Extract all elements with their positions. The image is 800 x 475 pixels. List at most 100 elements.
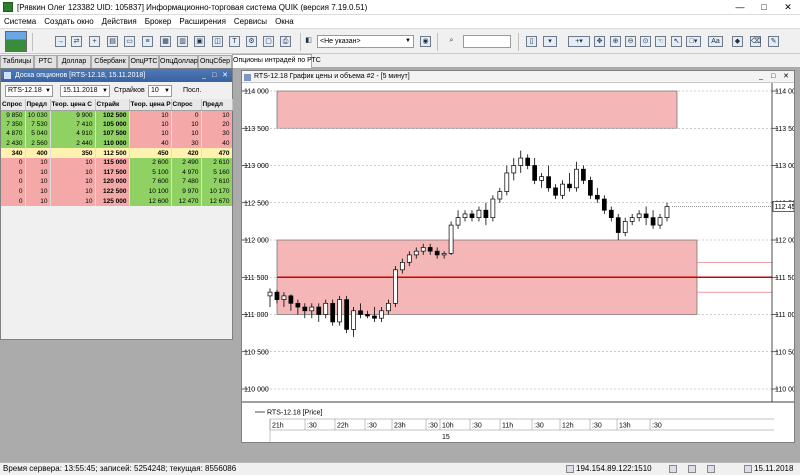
table-row[interactable]: 2 430 2 560 2 440 110 000 40 30 40 [1, 138, 233, 149]
tab-tables[interactable]: Таблицы [0, 55, 34, 68]
cursor-icon[interactable]: ↖ [671, 36, 682, 47]
table-cell: 9 970 [171, 186, 202, 197]
window-buttons[interactable]: _ □ ✕ [759, 71, 792, 83]
quik-logo-button[interactable] [5, 31, 27, 52]
tab-intraday-options[interactable]: Опционы интрадей по РТС [232, 54, 321, 68]
table-row[interactable]: 9 850 10 030 9 900 102 500 10 0 10 [1, 110, 233, 120]
tab-opt-sber[interactable]: ОпцСбер [198, 55, 232, 68]
menu-windows[interactable]: Окна [271, 17, 298, 26]
grid-icon[interactable]: ▦ [160, 36, 171, 47]
text-tool-icon[interactable]: T [229, 36, 240, 47]
menu-create-window[interactable]: Создать окно [40, 17, 97, 26]
menu-broker[interactable]: Брокер [141, 17, 176, 26]
window-icon[interactable]: ▭ [124, 36, 135, 47]
chevron-down-icon: ▼ [405, 38, 411, 44]
draw-icon[interactable]: ✎ [768, 36, 779, 47]
table-row[interactable]: 7 350 7 530 7 410 105 000 10 10 20 [1, 119, 233, 130]
x-tick-label-0: 21h [272, 423, 284, 430]
x-tick-label-9: :30 [534, 423, 544, 430]
tab-sberbank[interactable]: Сбербанк [91, 55, 129, 68]
table-row[interactable]: 340 400 350 112 500 450 420 470 [1, 148, 233, 158]
list-icon[interactable]: ≡ [142, 36, 153, 47]
x-tick-label-6: 10h [442, 423, 454, 430]
account-select[interactable]: <Не указан> ▼ [317, 35, 414, 48]
strikes-count-select[interactable]: 10 ▼ [148, 85, 172, 97]
menu-services[interactable]: Сервисы [230, 17, 271, 26]
instrument-select[interactable]: RTS-12.18 ▼ [5, 85, 53, 97]
tab-rts[interactable]: РТС [34, 55, 57, 68]
table-row[interactable]: 0 10 10 115 000 2 600 2 490 2 610 [1, 157, 233, 168]
fill-icon[interactable]: ◆ [732, 36, 743, 47]
print-icon[interactable]: ⎙ [280, 36, 291, 47]
table-row[interactable]: 0 10 10 120 000 7 600 7 480 7 610 [1, 177, 233, 187]
screen-icon[interactable]: ▢ [263, 36, 274, 47]
minimize-button[interactable]: — [728, 0, 752, 15]
candle-body-12 [351, 310, 356, 330]
chart-icon[interactable]: ▥ [177, 36, 188, 47]
apply-account-icon[interactable]: ◉ [420, 36, 431, 47]
shapes-icon[interactable]: □▾ [686, 36, 701, 47]
table-row[interactable]: 0 10 10 117 500 5 100 4 970 5 160 [1, 167, 233, 178]
app-icon [3, 2, 13, 12]
tab-opt-rts[interactable]: ОпцРТС [129, 55, 159, 68]
strikes-label: Страйков [114, 87, 145, 94]
hand-icon[interactable]: ☜ [655, 36, 666, 47]
candle-body-17 [386, 302, 391, 312]
candle-body-52 [629, 217, 635, 222]
options-board-header[interactable]: Доска опционов [RTS-12.18, 15.11.2018] _… [1, 69, 232, 82]
column-header-call-bid[interactable]: Спрос [1, 99, 26, 111]
window-buttons[interactable]: _ □ ✕ [202, 69, 230, 82]
eraser-icon[interactable]: ⌫ [750, 36, 761, 47]
close-button[interactable]: ✕ [776, 0, 800, 15]
table-icon[interactable]: ▤ [107, 36, 118, 47]
options-icon[interactable]: ◫ [212, 36, 223, 47]
date-select[interactable]: 15.11.2018 ▼ [60, 85, 110, 97]
column-header-call-ask[interactable]: Предл [25, 99, 51, 111]
maximize-button[interactable]: □ [752, 0, 776, 15]
candle-body-21 [413, 250, 419, 256]
x-tick-label-2: 22h [337, 423, 349, 430]
move-icon[interactable]: ✥ [594, 36, 605, 47]
settings-icon[interactable]: ⚙ [246, 36, 257, 47]
order-icon[interactable]: ⇄ [71, 36, 82, 47]
candle-body-50 [615, 217, 621, 233]
table-cell: 10 [50, 196, 96, 206]
search-input[interactable] [463, 35, 511, 48]
column-header-put-bid[interactable]: Спрос [171, 99, 202, 111]
menu-actions[interactable]: Действия [98, 17, 141, 26]
chart-window-header[interactable]: RTS-12.18 График цены и объема #2 - [5 м… [242, 71, 794, 83]
table-row[interactable]: 4 870 5 040 4 910 107 500 10 10 30 [1, 129, 233, 139]
zoom-in-icon[interactable]: ⊕ [610, 36, 621, 47]
export-icon[interactable]: ▣ [194, 36, 205, 47]
column-header-put-ask[interactable]: Предл [201, 99, 233, 111]
candle-body-40 [546, 176, 551, 189]
interval-icon[interactable]: ▾ [543, 36, 557, 47]
tab-dollar[interactable]: Доллар [57, 55, 91, 68]
search-icon[interactable]: ⌕ [446, 36, 457, 47]
candle-body-18 [393, 269, 398, 304]
refresh-icon[interactable] [707, 465, 715, 473]
candle-body-28 [462, 213, 468, 219]
arrow-right-icon[interactable]: → [55, 36, 66, 47]
chart-type-icon[interactable]: ▯ [526, 36, 537, 47]
alarm-icon[interactable] [688, 465, 696, 473]
menu-extensions[interactable]: Расширения [175, 17, 230, 26]
new-order-icon[interactable]: + [89, 36, 100, 47]
candle-body-22 [420, 247, 426, 252]
tab-opt-dollar[interactable]: ОпцДоллар [159, 55, 198, 68]
text-format-icon[interactable]: Aa [708, 36, 723, 47]
table-row[interactable]: 0 10 10 122 500 10 100 9 970 10 170 [1, 186, 233, 197]
crosshair-icon[interactable]: +▾ [568, 36, 590, 47]
menu-system[interactable]: Система [0, 17, 40, 26]
table-cell: 12 670 [201, 196, 233, 206]
table-cell: 5 100 [129, 167, 172, 178]
column-header-strike[interactable]: Страйк [95, 99, 130, 111]
zoom-out-icon[interactable]: ⊖ [625, 36, 636, 47]
column-header-call-theo[interactable]: Теор. цена С [50, 99, 96, 111]
zoom-fit-icon[interactable]: ⊙ [640, 36, 651, 47]
column-header-put-theo[interactable]: Теор. цена Р [129, 99, 172, 111]
candle-body-11 [344, 299, 349, 330]
table-row[interactable]: 0 10 10 125 000 12 600 12 470 12 670 [1, 196, 233, 206]
price-chart[interactable]: 114 000 114 000 113 500 113 500 113 000 113 0… [242, 83, 794, 442]
message-icon[interactable] [669, 465, 677, 473]
